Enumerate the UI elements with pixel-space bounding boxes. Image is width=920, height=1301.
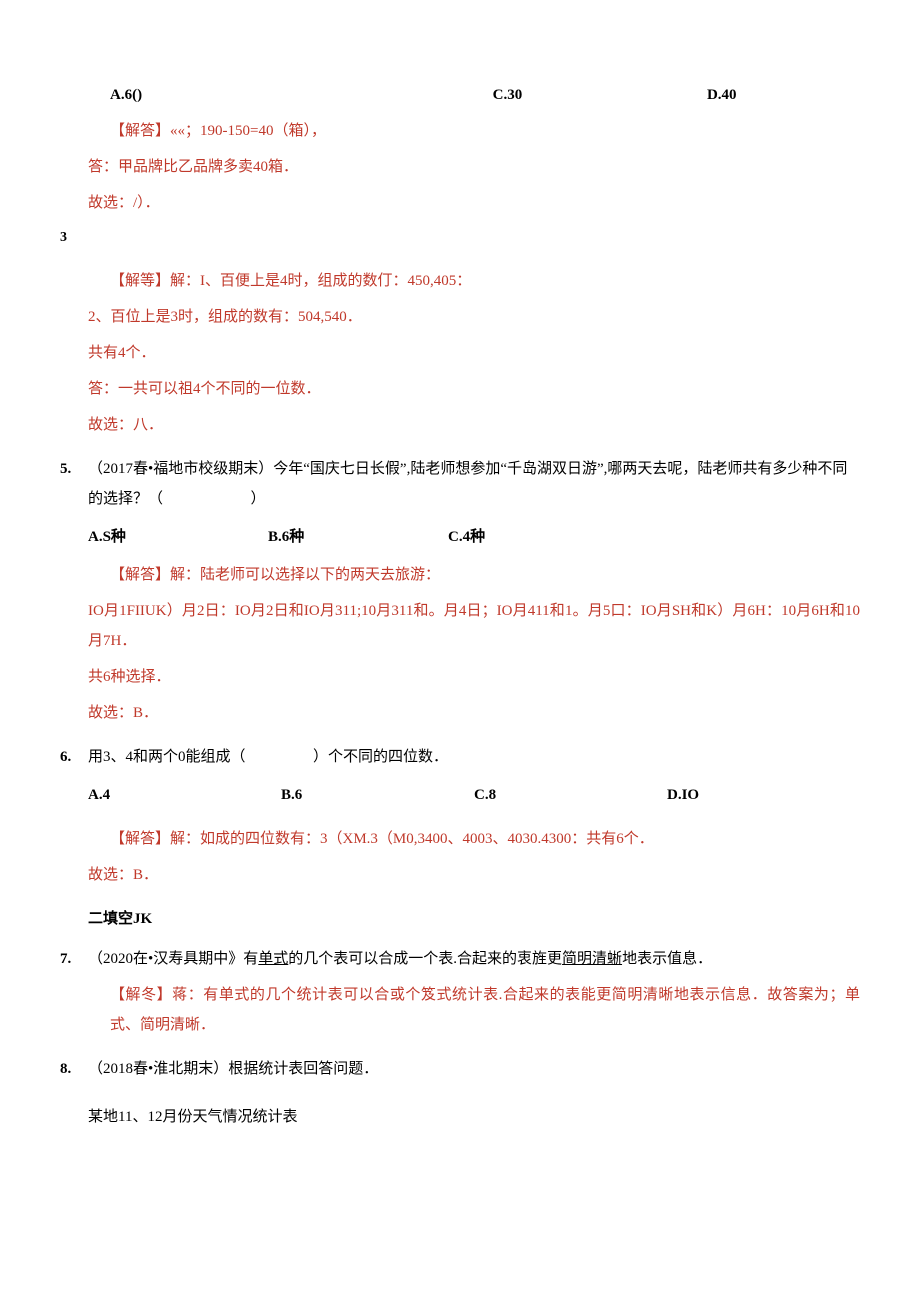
- answer-line: 故选：B．: [60, 698, 860, 728]
- option-b: B.6种: [268, 522, 448, 552]
- answer-line: 答：甲品牌比乙品牌多卖40箱．: [60, 152, 860, 182]
- option-a: A.4: [88, 780, 281, 810]
- answer-line: 2、百位上是3时，组成的数有：504,540．: [60, 302, 860, 332]
- question-number: 8.: [60, 1054, 88, 1084]
- underline-blank: 单式: [258, 951, 288, 967]
- question-number: 7.: [60, 944, 88, 974]
- question-options-row: A.4 B.6 C.8 D.IO: [60, 780, 860, 810]
- question-stem: 用3、4和两个0能组成（: [88, 749, 246, 765]
- answer-line: 答：一共可以祖4个不同的一位数．: [60, 374, 860, 404]
- answer-line: 【解冬】蒋：有单式的几个统计表可以合或个笈式统计表.合起来的表能更简明清晰地表示…: [60, 980, 860, 1040]
- answer-line: 【解答】««；190-150=40（箱），: [60, 116, 860, 146]
- question-6: 6. 用3、4和两个0能组成（ ）个不同的四位数． A.4 B.6 C.8 D.…: [60, 742, 860, 890]
- answer-line: 共有4个．: [60, 338, 860, 368]
- question-options-row: A.6() C.30 D.40: [60, 80, 860, 110]
- option-d: D.40: [707, 80, 860, 110]
- document-page: A.6() C.30 D.40 【解答】««；190-150=40（箱）， 答：…: [0, 0, 920, 1172]
- question-number: 5.: [60, 454, 88, 514]
- question-stem: 地表示值息．: [622, 951, 712, 967]
- answer-line: IO月1FIIUK）月2日：IO月2日和IO月311;10月311和。月4日；I…: [60, 596, 860, 656]
- question-number: 6.: [60, 742, 88, 772]
- answer-line: 故选：B．: [60, 860, 860, 890]
- answer-line: 共6种选择．: [60, 662, 860, 692]
- option-c: C.8: [474, 780, 667, 810]
- option-a: A.6(): [110, 80, 493, 110]
- option-d: D.IO: [667, 780, 860, 810]
- question-stem: （2020在•汉寿具期中》有: [88, 951, 258, 967]
- answer-line: 【解答】解：如成的四位数有：3（XM.3（M0,3400、4003、4030.4…: [60, 824, 860, 854]
- question-options-row: A.S种 B.6种 C.4种: [60, 522, 860, 552]
- option-c: C.4种: [448, 522, 628, 552]
- section-heading: 二填空JK: [60, 904, 860, 934]
- answer-line: 故选：八．: [60, 410, 860, 440]
- answer-line: 故选：/）．: [60, 188, 860, 218]
- question-stem: 的几个表可以合成一个表.合起来的衷旌更: [288, 951, 562, 967]
- question-stem-close: ）: [251, 491, 266, 507]
- table-caption: 某地11、12月份天气情况统计表: [60, 1102, 860, 1132]
- answer-line: 【解等】解：I、百便上是4时，组成的数仃：450,405：: [60, 266, 860, 296]
- question-stem: （2017春•福地市校级期末）今年“国庆七日长假”,陆老师想参加“千岛湖双日游”…: [88, 461, 847, 507]
- question-stem: （2018春•淮北期末）根据统计表回答问题．: [88, 1061, 378, 1077]
- question-number-marker: 3: [60, 218, 860, 252]
- question-stem: ）个不同的四位数．: [313, 749, 448, 765]
- question-8: 8. （2018春•淮北期末）根据统计表回答问题． 某地11、12月份天气情况统…: [60, 1054, 860, 1132]
- answer-line: 【解答】解：陆老师可以选择以下的两天去旅游：: [60, 560, 860, 590]
- option-c: C.30: [493, 80, 707, 110]
- question-7: 7. （2020在•汉寿具期中》有单式的几个表可以合成一个表.合起来的衷旌更简明…: [60, 944, 860, 1040]
- underline-blank: 简明清蜥: [562, 951, 622, 967]
- option-b: B.6: [281, 780, 474, 810]
- option-a: A.S种: [88, 522, 268, 552]
- question-5: 5. （2017春•福地市校级期末）今年“国庆七日长假”,陆老师想参加“千岛湖双…: [60, 454, 860, 728]
